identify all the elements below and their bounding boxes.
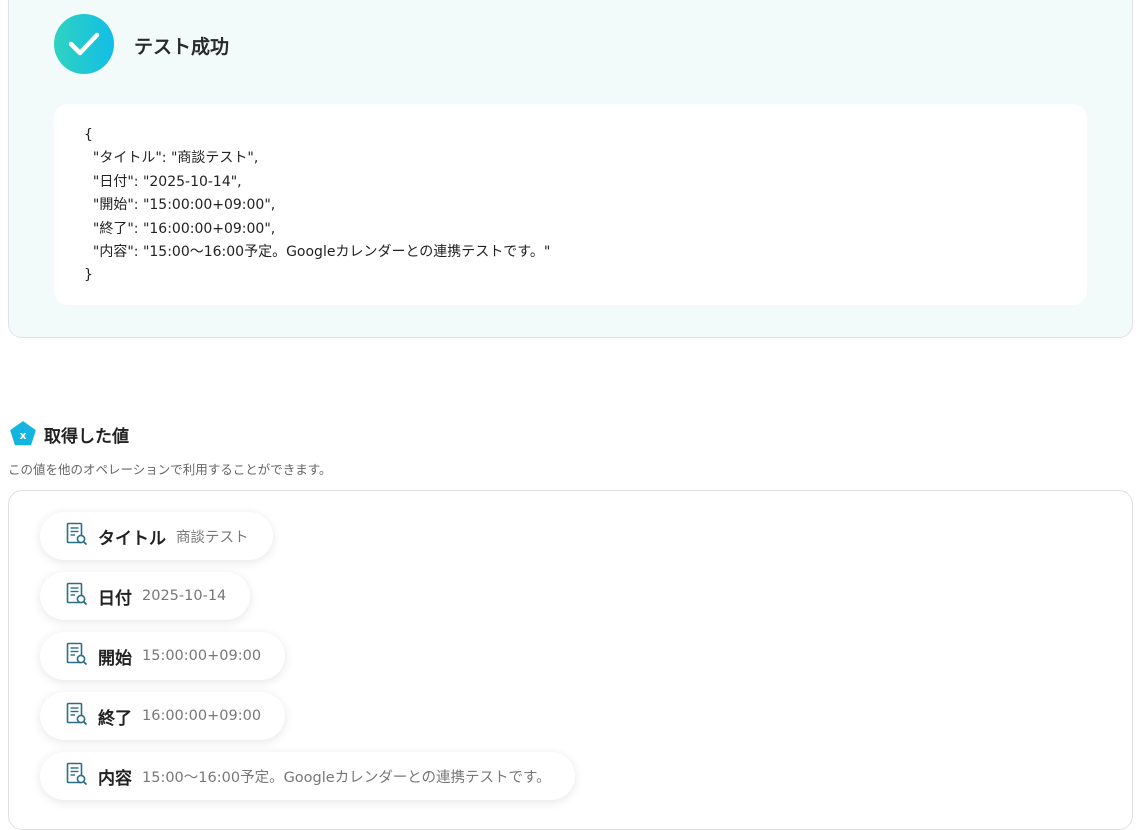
value-text: 16:00:00+09:00	[142, 708, 262, 724]
value-item[interactable]: タイトル 商談テスト	[40, 512, 273, 560]
check-icon	[54, 14, 114, 74]
value-key: 開始	[98, 648, 132, 669]
value-item[interactable]: 開始 15:00:00+09:00	[40, 632, 286, 680]
value-key: 日付	[98, 588, 132, 609]
svg-text:x: x	[19, 429, 26, 442]
value-text: 2025-10-14	[142, 588, 227, 604]
section-title: x 取得した値	[10, 421, 129, 447]
json-output: { "タイトル": "商談テスト", "日付": "2025-10-14", "…	[54, 104, 1087, 305]
document-search-icon	[66, 582, 88, 610]
document-search-icon	[66, 522, 88, 550]
value-item[interactable]: 内容 15:00〜16:00予定。Googleカレンダーとの連携テストです。	[40, 752, 575, 800]
section-description: この値を他のオペレーションで利用することができます。	[8, 462, 332, 477]
document-search-icon	[66, 762, 88, 790]
test-success-title: テスト成功	[134, 36, 230, 58]
value-key: タイトル	[98, 528, 166, 549]
document-search-icon	[66, 702, 88, 730]
value-text: 商談テスト	[176, 529, 249, 546]
document-search-icon	[66, 642, 88, 670]
value-text: 15:00〜16:00予定。Googleカレンダーとの連携テストです。	[142, 769, 551, 786]
variable-icon: x	[10, 421, 36, 446]
value-item[interactable]: 終了 16:00:00+09:00	[40, 692, 286, 740]
section-title-text: 取得した値	[44, 426, 129, 447]
value-key: 終了	[98, 708, 132, 729]
value-item[interactable]: 日付 2025-10-14	[40, 572, 251, 620]
value-text: 15:00:00+09:00	[142, 648, 262, 664]
value-key: 内容	[98, 768, 132, 789]
